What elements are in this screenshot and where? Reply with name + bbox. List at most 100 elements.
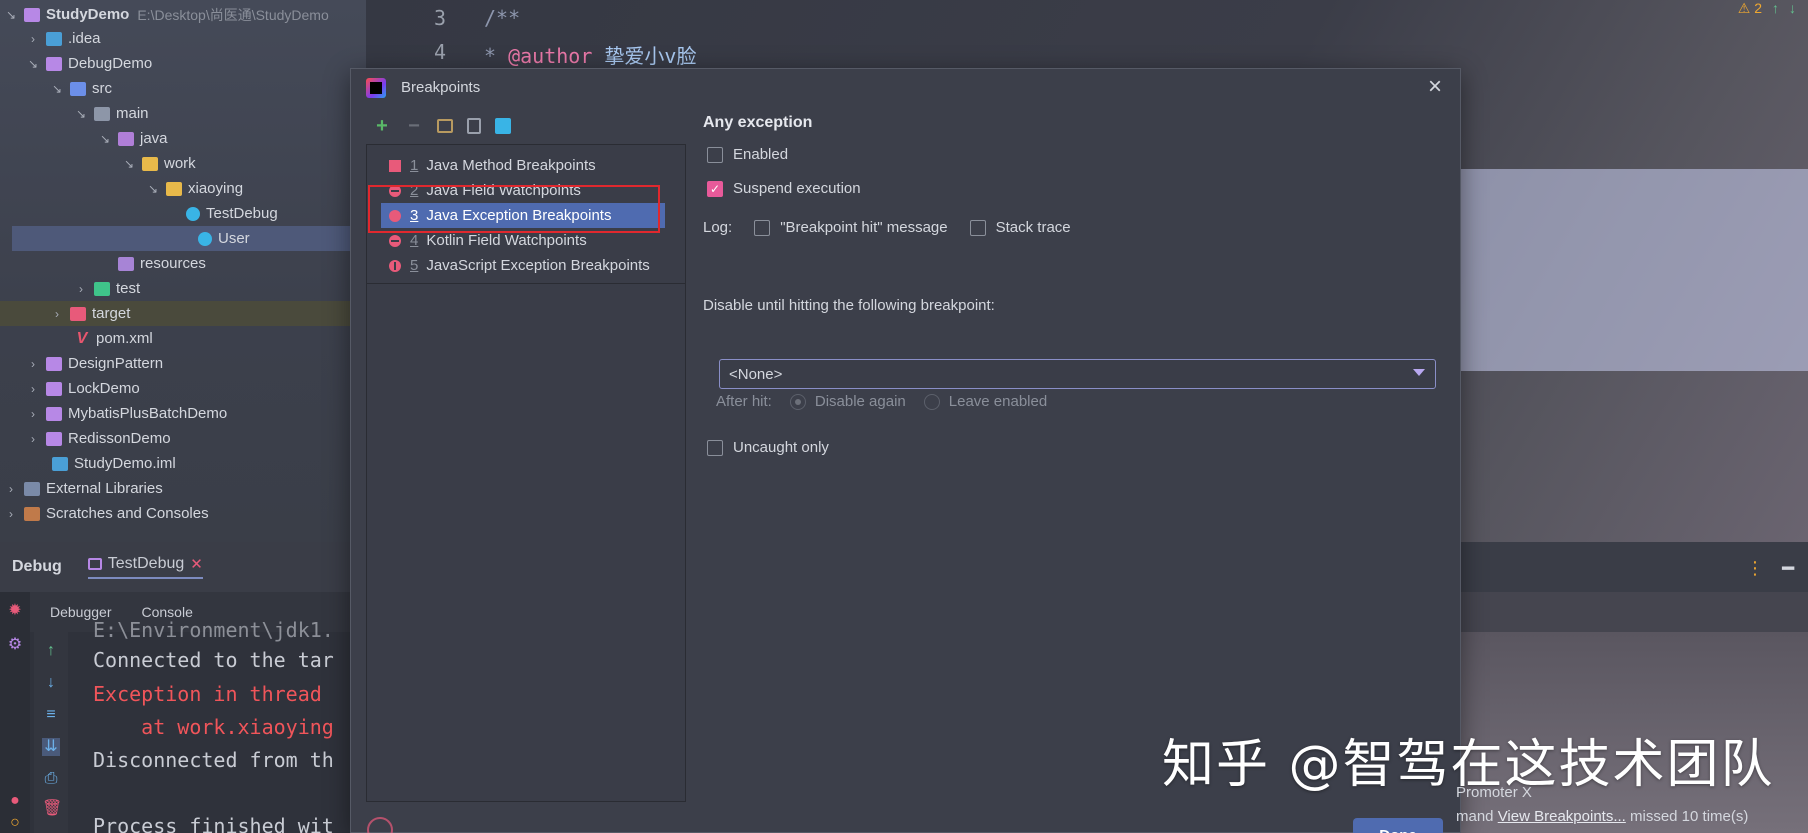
- expand-arrow-icon[interactable]: ›: [26, 382, 40, 396]
- breakpoint-icon[interactable]: ●: [6, 792, 24, 810]
- mute-breakpoints-icon[interactable]: ○: [6, 814, 24, 832]
- disable-again-radio[interactable]: [789, 393, 806, 410]
- collapse-arrow-icon[interactable]: ↘: [50, 82, 64, 96]
- collapse-arrow-icon[interactable]: ↘: [26, 57, 40, 71]
- tree-item-label: target: [92, 305, 131, 322]
- enabled-checkbox-row[interactable]: Enabled: [707, 146, 788, 163]
- log-message-label: "Breakpoint hit" message: [780, 219, 948, 236]
- tree-item-testdebug[interactable]: TestDebug: [0, 201, 366, 226]
- next-highlight-icon[interactable]: ↓: [1789, 0, 1796, 17]
- remove-icon[interactable]: −: [405, 116, 423, 136]
- dropdown-arrow-icon[interactable]: [1413, 369, 1425, 376]
- collapse-arrow-icon[interactable]: ↘: [74, 107, 88, 121]
- close-icon[interactable]: ×: [1428, 73, 1442, 101]
- soft-wrap-icon[interactable]: ≡: [42, 706, 60, 724]
- bp-type-java-method[interactable]: 1 Java Method Breakpoints: [379, 153, 679, 178]
- tree-item-debugdemo[interactable]: ↘ DebugDemo: [0, 51, 366, 76]
- tree-item-studydemo-iml[interactable]: StudyDemo.iml: [0, 451, 366, 476]
- stack-trace-checkbox[interactable]: [969, 219, 986, 236]
- leave-enabled-radio[interactable]: [923, 393, 940, 410]
- uncaught-only-row[interactable]: Uncaught only: [707, 439, 829, 456]
- tree-item-scratches[interactable]: › Scratches and Consoles: [0, 501, 366, 526]
- previous-highlight-icon[interactable]: ↑: [1772, 0, 1779, 17]
- rerun-debug-icon[interactable]: ✹: [6, 602, 24, 620]
- tree-item-test[interactable]: › test: [0, 276, 366, 301]
- tree-item-main[interactable]: ↘ main: [0, 101, 366, 126]
- tree-item-label: main: [116, 105, 149, 122]
- tree-item-lockdemo[interactable]: › LockDemo: [0, 376, 366, 401]
- details-heading: Any exception: [703, 114, 813, 131]
- done-button[interactable]: Done: [1353, 818, 1443, 833]
- warning-icon[interactable]: ⚠ 2: [1738, 0, 1762, 17]
- expand-arrow-icon[interactable]: ›: [74, 282, 88, 296]
- expand-arrow-icon[interactable]: ›: [26, 32, 40, 46]
- close-tab-icon[interactable]: ✕: [190, 555, 203, 573]
- tree-item-java[interactable]: ↘ java: [0, 126, 366, 151]
- after-hit-row: After hit: Disable again Leave enabled: [716, 393, 1047, 410]
- suspend-checkbox-row[interactable]: ✓ Suspend execution: [707, 180, 861, 197]
- settings-icon[interactable]: ⚙: [6, 636, 24, 654]
- uncaught-only-label: Uncaught only: [733, 439, 829, 456]
- view-breakpoints-link[interactable]: View Breakpoints...: [1498, 808, 1626, 825]
- maven-icon: V: [76, 329, 88, 347]
- expand-arrow-icon[interactable]: ›: [26, 432, 40, 446]
- log-message-checkbox[interactable]: [754, 219, 771, 236]
- enabled-checkbox[interactable]: [707, 146, 723, 163]
- tree-item-resources[interactable]: resources: [0, 251, 366, 276]
- code-line[interactable]: * @author 挚爱小v脸: [484, 40, 696, 69]
- tree-item-xiaoying[interactable]: ↘ xiaoying: [0, 176, 366, 201]
- uncaught-only-checkbox[interactable]: [707, 439, 723, 456]
- collapse-arrow-icon[interactable]: ↘: [122, 157, 136, 171]
- dialog-titlebar[interactable]: Breakpoints ×: [351, 69, 1460, 107]
- group-by-package-icon[interactable]: [437, 119, 453, 133]
- collapse-arrow-icon[interactable]: ↘: [146, 182, 160, 196]
- expand-arrow-icon[interactable]: ›: [50, 307, 64, 321]
- bp-type-javascript-exception[interactable]: 5 JavaScript Exception Breakpoints: [379, 253, 679, 278]
- collapse-arrow-icon[interactable]: ↘: [4, 8, 18, 22]
- expand-arrow-icon[interactable]: ›: [4, 482, 18, 496]
- scroll-down-icon[interactable]: ↓: [42, 674, 60, 692]
- scroll-up-icon[interactable]: ↑: [42, 642, 60, 660]
- add-icon[interactable]: +: [373, 116, 391, 136]
- tree-root-path: E:\Desktop\尚医通\StudyDemo: [137, 6, 329, 23]
- minimize-icon[interactable]: ━: [1782, 556, 1794, 581]
- group-by-class-icon[interactable]: [495, 118, 511, 134]
- collapse-arrow-icon[interactable]: ↘: [98, 132, 112, 146]
- tree-item-designpattern[interactable]: › DesignPattern: [0, 351, 366, 376]
- scratches-icon: [24, 506, 40, 521]
- notification-body: mand View Breakpoints... missed 10 time(…: [1456, 808, 1748, 825]
- tree-root[interactable]: ↘ StudyDemo E:\Desktop\尚医通\StudyDemo: [0, 2, 366, 27]
- debug-session-tab[interactable]: TestDebug ✕: [87, 555, 203, 579]
- scroll-to-end-icon[interactable]: ⇊: [42, 738, 60, 756]
- group-by-file-icon[interactable]: [467, 118, 481, 134]
- tree-item-work[interactable]: ↘ work: [0, 151, 366, 176]
- expand-arrow-icon[interactable]: ›: [4, 507, 18, 521]
- help-icon[interactable]: [367, 817, 393, 833]
- clear-all-icon[interactable]: 🗑: [42, 800, 62, 818]
- tree-item-pom[interactable]: V pom.xml: [0, 326, 366, 351]
- notification-suffix: missed 10 time(s): [1625, 808, 1749, 825]
- breakpoint-dependency-select[interactable]: <None>: [719, 359, 1436, 389]
- tree-item-label: resources: [140, 255, 206, 272]
- inspection-widget[interactable]: ⚠ 2 ↑ ↓: [1738, 0, 1796, 17]
- suspend-label: Suspend execution: [733, 180, 861, 197]
- module-icon: [46, 356, 62, 371]
- tree-item-mybatisplusbatchdemo[interactable]: › MybatisPlusBatchDemo: [0, 401, 366, 426]
- tree-item-redissondemo[interactable]: › RedissonDemo: [0, 426, 366, 451]
- tree-item-external-libraries[interactable]: › External Libraries: [0, 476, 366, 501]
- suspend-checkbox[interactable]: ✓: [707, 180, 723, 197]
- tree-item-src[interactable]: ↘ src: [0, 76, 366, 101]
- code-line[interactable]: /**: [484, 6, 520, 30]
- console-line-error: Exception in thread: [93, 682, 322, 706]
- log-label: Log:: [703, 219, 733, 236]
- console-line-error[interactable]: at work.xiaoying: [93, 715, 334, 739]
- tree-item-target[interactable]: › target: [0, 301, 366, 326]
- bp-item-label: Kotlin Field Watchpoints: [426, 232, 587, 249]
- tree-item-user[interactable]: User: [12, 226, 366, 251]
- expand-arrow-icon[interactable]: ›: [26, 357, 40, 371]
- tree-item-idea[interactable]: › .idea: [0, 26, 366, 51]
- more-options-icon[interactable]: ⋮: [1746, 558, 1764, 579]
- breakpoints-dialog: Breakpoints × + − 1 Java Method Breakpoi…: [350, 68, 1461, 833]
- print-icon[interactable]: ⎙: [42, 770, 60, 788]
- expand-arrow-icon[interactable]: ›: [26, 407, 40, 421]
